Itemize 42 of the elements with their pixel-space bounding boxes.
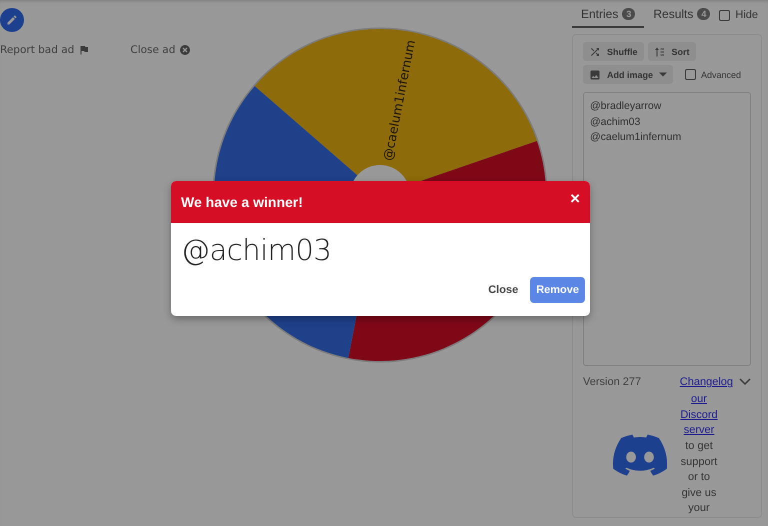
discord-text: give us xyxy=(682,486,716,501)
caret-icon xyxy=(659,72,668,77)
report-ad-link[interactable]: Report bad ad xyxy=(0,44,90,56)
winner-name: @achim03 xyxy=(180,232,332,269)
entries-textarea[interactable]: @bradleyarrow @achim03 @caelum1infernum xyxy=(583,92,751,366)
discord-link[interactable]: our xyxy=(691,392,707,408)
sort-icon xyxy=(654,46,666,58)
close-ad-link[interactable]: Close ad xyxy=(130,44,192,56)
count-badge: 3 xyxy=(622,8,636,20)
discord-link[interactable]: server xyxy=(684,423,714,440)
discord-text: to get xyxy=(685,439,713,454)
shuffle-button[interactable]: Shuffle xyxy=(583,42,644,61)
shuffle-icon xyxy=(589,46,601,58)
dialog-title: We have a winner! xyxy=(181,194,303,210)
image-icon xyxy=(589,68,601,80)
count-badge: 4 xyxy=(697,8,710,20)
version-text: Version 277 xyxy=(583,376,642,388)
discord-text: support xyxy=(680,454,718,470)
sort-button[interactable]: Sort xyxy=(648,42,696,61)
entry-line: @caelum1infernum xyxy=(590,130,682,145)
entry-line: @achim03 xyxy=(590,114,642,130)
pencil-icon xyxy=(6,14,18,26)
edit-button[interactable] xyxy=(0,8,24,32)
checkbox[interactable] xyxy=(685,69,696,80)
discord-text: or to xyxy=(688,470,710,486)
discord-link[interactable]: Discord xyxy=(680,408,718,424)
remove-button[interactable]: Remove xyxy=(530,277,585,303)
changelog-link[interactable]: Changelog xyxy=(680,376,733,388)
tab[interactable]: Results 4 xyxy=(644,2,720,28)
close-circle-icon xyxy=(179,44,192,56)
checkbox[interactable] xyxy=(719,10,730,20)
discord-text: your xyxy=(688,501,710,516)
flag-icon xyxy=(78,44,90,56)
hide-label: Hide xyxy=(735,9,758,21)
entry-line: @bradleyarrow xyxy=(590,99,662,114)
chevron-down-icon[interactable] xyxy=(739,378,751,386)
add-image-button[interactable]: Add image xyxy=(583,65,674,84)
close-dialog-button[interactable]: Close xyxy=(482,277,524,303)
discord-logo-icon xyxy=(613,434,667,476)
advanced-label: Advanced xyxy=(701,70,742,80)
tab[interactable]: Entries 3 xyxy=(572,2,644,28)
close-button[interactable]: × xyxy=(570,190,580,206)
